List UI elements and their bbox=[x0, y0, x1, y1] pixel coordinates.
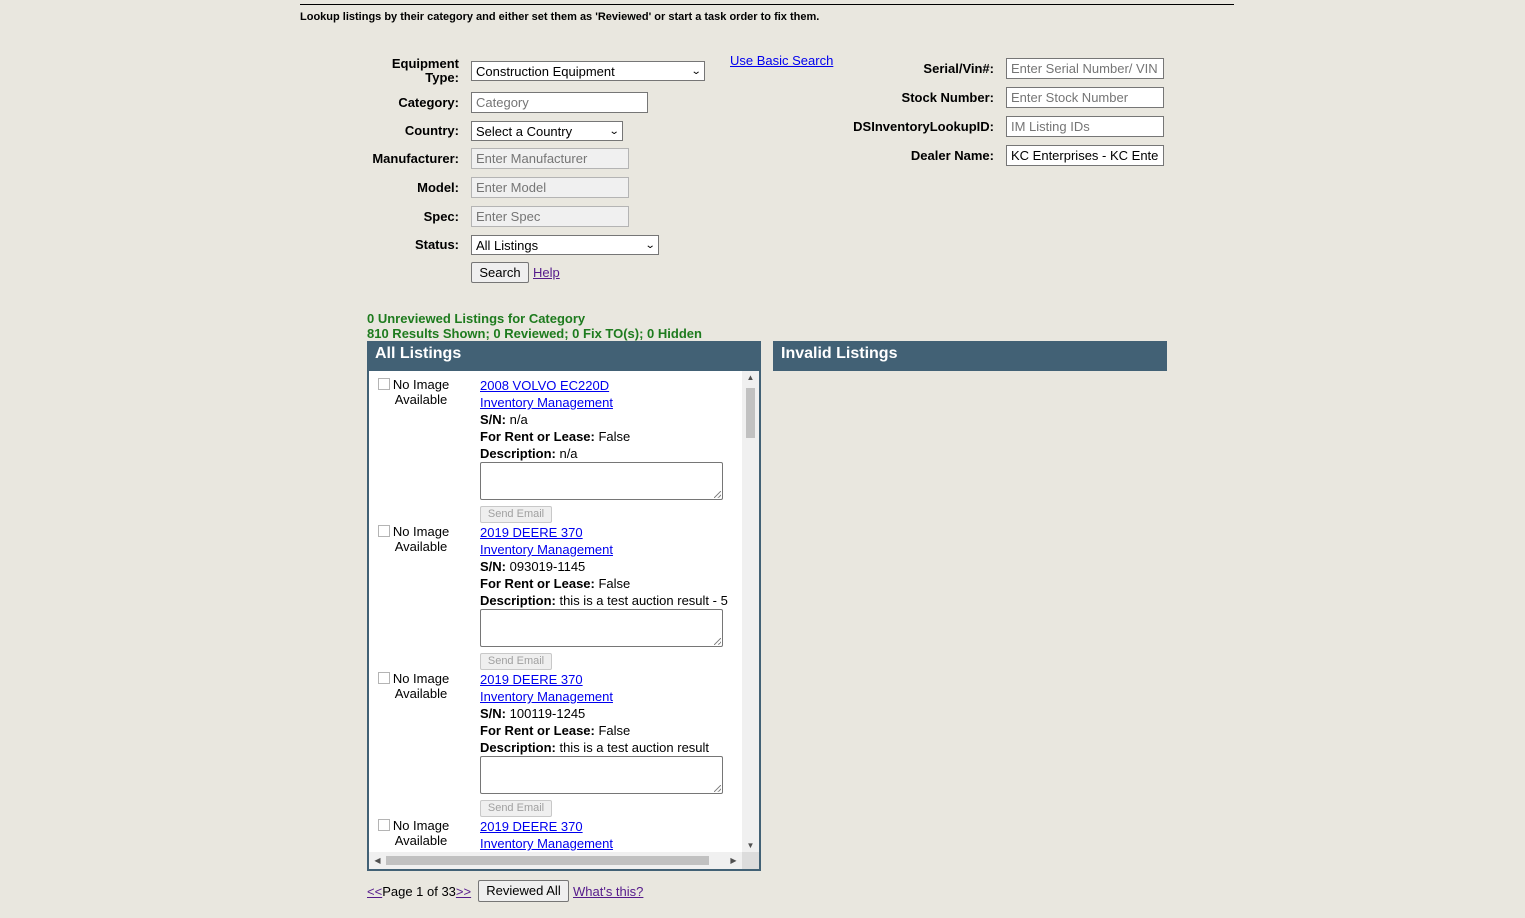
dealer-label: Dealer Name: bbox=[910, 148, 994, 163]
horizontal-scrollbar[interactable]: ◀ ▶ bbox=[369, 852, 742, 869]
model-input[interactable] bbox=[471, 177, 629, 198]
search-button[interactable]: Search bbox=[471, 262, 529, 283]
resize-grip-icon[interactable] bbox=[714, 491, 721, 498]
inventory-management-link[interactable]: Inventory Management bbox=[480, 689, 613, 704]
note-textarea[interactable] bbox=[480, 609, 723, 647]
stock-label: Stock Number: bbox=[901, 90, 994, 105]
resize-grip-icon[interactable] bbox=[714, 638, 721, 645]
manufacturer-label: Manufacturer: bbox=[372, 151, 459, 166]
scroll-down-icon[interactable]: ▼ bbox=[742, 841, 759, 850]
status-select[interactable]: All Listings ⌄ bbox=[471, 235, 659, 255]
rent-row: For Rent or Lease: False bbox=[480, 576, 631, 591]
send-email-button[interactable]: Send Email bbox=[480, 800, 552, 817]
inventory-management-link[interactable]: Inventory Management bbox=[480, 395, 613, 410]
lookup-id-input[interactable] bbox=[1006, 116, 1164, 137]
note-textarea[interactable] bbox=[480, 462, 723, 500]
chevron-down-icon: ⌄ bbox=[690, 65, 702, 77]
inventory-management-link[interactable]: Inventory Management bbox=[480, 836, 613, 851]
country-select[interactable]: Select a Country ⌄ bbox=[471, 121, 623, 141]
listing-title-link[interactable]: 2008 VOLVO EC220D bbox=[480, 378, 609, 393]
rent-row: For Rent or Lease: False bbox=[480, 429, 631, 444]
vertical-scroll-thumb[interactable] bbox=[746, 388, 755, 438]
model-label: Model: bbox=[417, 180, 459, 195]
reviewed-all-button[interactable]: Reviewed All bbox=[478, 880, 569, 902]
prev-page-link[interactable]: << bbox=[367, 884, 382, 899]
lookup-id-label: DSInventoryLookupID: bbox=[853, 119, 994, 134]
listing-title-link[interactable]: 2019 DEERE 370 bbox=[480, 672, 583, 687]
broken-image-icon bbox=[378, 525, 390, 537]
scroll-corner bbox=[742, 852, 759, 869]
no-image-placeholder: No Image Available bbox=[377, 818, 465, 848]
unreviewed-count: 0 Unreviewed Listings for Category bbox=[367, 311, 586, 326]
no-image-placeholder: No Image Available bbox=[377, 671, 465, 701]
page-indicator: Page 1 of 33 bbox=[382, 884, 456, 899]
all-listings-header: All Listings bbox=[367, 341, 761, 371]
serial-label: Serial/Vin#: bbox=[923, 61, 994, 76]
no-image-placeholder: No Image Available bbox=[377, 524, 465, 554]
broken-image-icon bbox=[378, 819, 390, 831]
spec-input[interactable] bbox=[471, 206, 629, 227]
send-email-button[interactable]: Send Email bbox=[480, 506, 552, 523]
listing-title-link[interactable]: 2019 DEERE 370 bbox=[480, 819, 583, 834]
scroll-right-icon[interactable]: ▶ bbox=[725, 856, 742, 865]
no-image-placeholder: No Image Available bbox=[377, 377, 465, 407]
category-input[interactable] bbox=[471, 92, 648, 113]
top-divider bbox=[300, 4, 1234, 5]
broken-image-icon bbox=[378, 672, 390, 684]
send-email-button[interactable]: Send Email bbox=[480, 653, 552, 670]
serial-input[interactable] bbox=[1006, 58, 1164, 79]
help-link[interactable]: Help bbox=[533, 265, 560, 280]
serial-row: S/N: n/a bbox=[480, 412, 528, 427]
dealer-input[interactable] bbox=[1006, 145, 1164, 166]
results-summary: 810 Results Shown; 0 Reviewed; 0 Fix TO(… bbox=[367, 326, 702, 341]
whats-this-link[interactable]: What's this? bbox=[573, 884, 643, 899]
status-label: Status: bbox=[414, 237, 459, 252]
equipment-type-select[interactable]: Construction Equipment ⌄ bbox=[471, 61, 705, 81]
broken-image-icon bbox=[378, 378, 390, 390]
category-label: Category: bbox=[398, 95, 459, 110]
description-row: Description: n/a bbox=[480, 446, 578, 461]
description-row: Description: this is a test auction resu… bbox=[480, 740, 710, 755]
description-row: Description: this is a test auction resu… bbox=[480, 593, 728, 608]
manufacturer-input[interactable] bbox=[471, 148, 629, 169]
intro-text: Lookup listings by their category and ei… bbox=[300, 11, 820, 23]
pager: <<Page 1 of 33>> bbox=[367, 884, 471, 899]
stock-input[interactable] bbox=[1006, 87, 1164, 108]
next-page-link[interactable]: >> bbox=[456, 884, 471, 899]
spec-label: Spec: bbox=[423, 209, 459, 224]
rent-row: For Rent or Lease: False bbox=[480, 723, 631, 738]
vertical-scrollbar[interactable]: ▲ ▼ bbox=[742, 371, 759, 852]
country-label: Country: bbox=[404, 123, 459, 138]
scroll-up-icon[interactable]: ▲ bbox=[742, 373, 759, 382]
chevron-down-icon: ⌄ bbox=[644, 239, 656, 251]
all-listings-scroll[interactable]: No Image Available 2008 VOLVO EC220D Inv… bbox=[367, 371, 761, 871]
inventory-management-link[interactable]: Inventory Management bbox=[480, 542, 613, 557]
chevron-down-icon: ⌄ bbox=[608, 125, 620, 137]
horizontal-scroll-thumb[interactable] bbox=[386, 856, 709, 865]
note-textarea[interactable] bbox=[480, 756, 723, 794]
basic-search-link[interactable]: Use Basic Search bbox=[730, 53, 833, 68]
equipment-type-label: Equipment Type: bbox=[391, 56, 459, 85]
resize-grip-icon[interactable] bbox=[714, 785, 721, 792]
listing-title-link[interactable]: 2019 DEERE 370 bbox=[480, 525, 583, 540]
serial-row: S/N: 100119-1245 bbox=[480, 706, 586, 721]
invalid-listings-header: Invalid Listings bbox=[773, 341, 1167, 371]
serial-row: S/N: 093019-1145 bbox=[480, 559, 586, 574]
scroll-left-icon[interactable]: ◀ bbox=[369, 856, 386, 865]
